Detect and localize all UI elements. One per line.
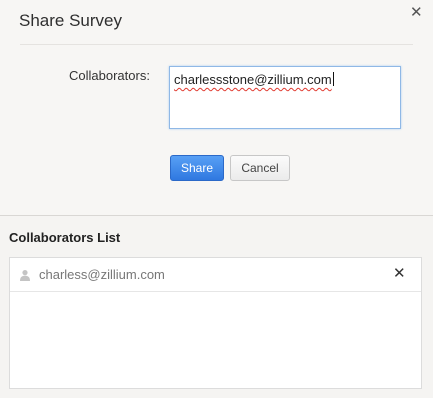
user-icon bbox=[20, 270, 30, 281]
text-caret bbox=[332, 72, 334, 86]
collaborators-input[interactable]: charlessstone@zillium.com bbox=[169, 66, 401, 129]
collaborators-input-value: charlessstone@zillium.com bbox=[174, 72, 332, 87]
collaborators-list: charless@zillium.com ✕ bbox=[9, 257, 422, 389]
close-icon[interactable]: ✕ bbox=[410, 4, 423, 22]
share-dialog: Share Survey ✕ Collaborators: charlessst… bbox=[0, 0, 433, 215]
collaborators-label: Collaborators: bbox=[69, 68, 150, 83]
remove-collaborator-icon[interactable]: ✕ bbox=[393, 265, 406, 283]
cancel-button[interactable]: Cancel bbox=[230, 155, 290, 181]
share-button[interactable]: Share bbox=[170, 155, 224, 181]
dialog-title: Share Survey bbox=[19, 11, 122, 30]
collaborators-list-heading: Collaborators List bbox=[9, 230, 121, 245]
section-divider bbox=[0, 215, 433, 216]
collaborator-email: charless@zillium.com bbox=[39, 267, 165, 282]
list-item: charless@zillium.com ✕ bbox=[10, 258, 421, 292]
header-divider bbox=[20, 44, 413, 45]
